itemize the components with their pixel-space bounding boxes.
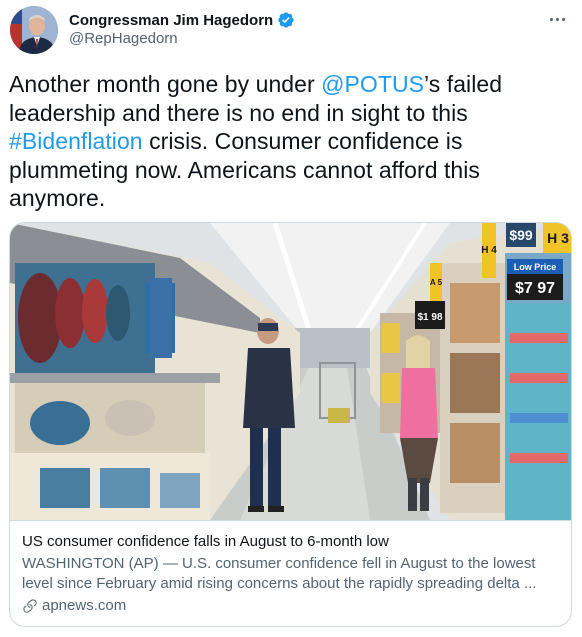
card-description: WASHINGTON (AP) — U.S. consumer confiden… <box>22 555 537 592</box>
author-name[interactable]: Congressman Jim Hagedorn <box>69 12 273 29</box>
card-domain-text[interactable]: apnews.com <box>42 597 126 614</box>
link-icon <box>22 598 38 614</box>
price-tag-797: $7 97 <box>515 280 555 297</box>
low-price-label: Low Price <box>514 262 557 272</box>
price-top: $99 <box>509 227 533 243</box>
card-title[interactable]: US consumer confidence falls in August t… <box>22 533 389 550</box>
card-domain[interactable]: apnews.com <box>22 597 126 614</box>
aisle-sign-h4: H 4 <box>481 245 497 256</box>
mention-link[interactable]: @POTUS <box>321 71 424 97</box>
link-card[interactable]: H 3 H 4 A 5 $99 Low Price $7 97 $1 98 US… <box>9 222 572 627</box>
aisle-sign-h3: H 3 <box>547 230 569 246</box>
card-meta: US consumer confidence falls in August t… <box>10 520 571 626</box>
verified-badge-icon <box>277 11 295 29</box>
author-handle[interactable]: @RepHagedorn <box>69 30 178 47</box>
avatar[interactable] <box>10 6 58 54</box>
price-tag-198: $1 98 <box>417 312 442 323</box>
tweet[interactable]: Congressman Jim Hagedorn @RepHagedorn An… <box>0 0 582 637</box>
more-options-icon[interactable] <box>544 8 570 30</box>
author-row: Congressman Jim Hagedorn <box>69 10 295 30</box>
tweet-text-part-1: Another month gone by under <box>9 71 322 97</box>
aisle-sign-a5: A 5 <box>430 278 443 287</box>
tweet-text: Another month gone by under @POTUS’s fai… <box>9 70 569 213</box>
card-image[interactable]: H 3 H 4 A 5 $99 Low Price $7 97 $1 98 <box>10 223 572 520</box>
hashtag-link[interactable]: #Bidenflation <box>9 128 143 154</box>
